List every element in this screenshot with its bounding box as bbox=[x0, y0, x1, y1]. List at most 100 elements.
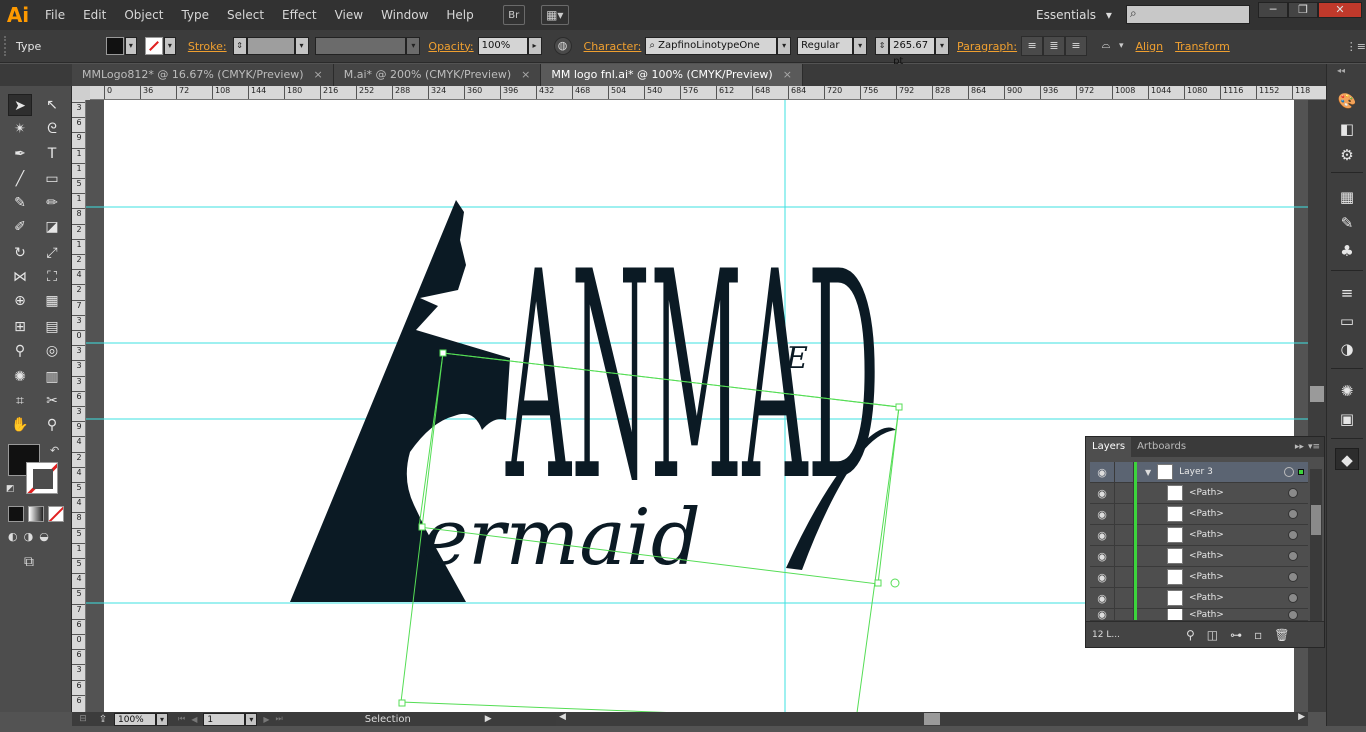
stroke-weight-stepper[interactable]: ⇕ bbox=[232, 37, 247, 55]
help-search-input[interactable]: ⌕ bbox=[1126, 5, 1250, 24]
document-status-icon[interactable]: ⊟ bbox=[72, 714, 94, 724]
stroke-label[interactable]: Stroke: bbox=[188, 40, 227, 53]
path-target-icon[interactable] bbox=[1288, 530, 1298, 540]
new-layer-icon[interactable]: ▫ bbox=[1254, 628, 1262, 642]
dock-collapse-icon[interactable]: ◂◂ bbox=[1337, 66, 1345, 75]
path-target-icon[interactable] bbox=[1288, 593, 1298, 603]
color-mode-icon[interactable] bbox=[8, 506, 24, 522]
font-family-field[interactable]: ⌕ ZapfinoLinotypeOne bbox=[645, 37, 778, 55]
scale-tool-icon[interactable]: ⤢ bbox=[40, 242, 64, 264]
list-item[interactable]: ◉ <Path> bbox=[1090, 587, 1308, 609]
menu-window[interactable]: Window bbox=[372, 0, 437, 30]
type-tool-icon[interactable]: T bbox=[40, 143, 64, 165]
lock-toggle[interactable] bbox=[1114, 503, 1134, 525]
tab-close-icon[interactable]: × bbox=[521, 68, 530, 81]
path-name[interactable]: <Path> bbox=[1189, 593, 1288, 603]
tab-close-icon[interactable]: × bbox=[783, 68, 792, 81]
horizontal-scroll-thumb[interactable] bbox=[924, 713, 940, 725]
list-item[interactable]: ◉ <Path> bbox=[1090, 503, 1308, 525]
rectangle-tool-icon[interactable]: ▭ bbox=[40, 168, 64, 190]
tab-mmlogo812[interactable]: MMLogo812* @ 16.67% (CMYK/Preview) × bbox=[72, 64, 334, 86]
font-size-stepper[interactable]: ⇕ bbox=[875, 37, 890, 55]
font-family-dropdown[interactable]: ▾ bbox=[777, 37, 792, 55]
gradient-panel-icon[interactable]: ▭ bbox=[1335, 310, 1359, 332]
kuler-icon[interactable]: ⚙ bbox=[1335, 144, 1359, 166]
stroke-dropdown[interactable]: ▾ bbox=[163, 37, 176, 55]
drawing-modes-icon[interactable]: ◐◑◒ bbox=[8, 530, 64, 546]
color-guide-icon[interactable]: ◧ bbox=[1335, 118, 1359, 140]
list-item[interactable]: ◉ <Path> bbox=[1090, 524, 1308, 546]
none-mode-icon[interactable] bbox=[48, 506, 64, 522]
layers-scroll-thumb[interactable] bbox=[1311, 505, 1321, 535]
mesh-tool-icon[interactable]: ⊞ bbox=[8, 316, 32, 338]
path-name[interactable]: <Path> bbox=[1189, 509, 1288, 519]
default-colors-icon[interactable]: ◩ bbox=[6, 484, 15, 494]
variable-width-dropdown[interactable]: ▾ bbox=[406, 37, 421, 55]
path-target-icon[interactable] bbox=[1288, 572, 1298, 582]
shape-builder-tool-icon[interactable]: ⊕ bbox=[8, 290, 32, 312]
list-item[interactable]: ◉ <Path> bbox=[1090, 482, 1308, 504]
bbox-handle[interactable] bbox=[439, 349, 447, 357]
align-link[interactable]: Align bbox=[1135, 40, 1163, 53]
bbox-handle[interactable] bbox=[398, 699, 406, 707]
menu-select[interactable]: Select bbox=[218, 0, 273, 30]
slice-tool-icon[interactable]: ✂ bbox=[40, 390, 64, 412]
list-item[interactable]: ◉ <Path> bbox=[1090, 609, 1308, 621]
blend-tool-icon[interactable]: ◎ bbox=[40, 340, 64, 362]
paragraph-label[interactable]: Paragraph: bbox=[957, 40, 1017, 53]
font-size-field[interactable]: 265.67 pt bbox=[889, 37, 936, 67]
tab-artboards[interactable]: Artboards bbox=[1131, 437, 1192, 457]
free-transform-tool-icon[interactable]: ⛶ bbox=[40, 266, 64, 288]
opacity-dropdown[interactable]: ▸ bbox=[527, 37, 542, 55]
clipping-mask-icon[interactable]: ◫ bbox=[1207, 628, 1218, 642]
font-size-dropdown[interactable]: ▾ bbox=[935, 37, 950, 55]
letter-e-text[interactable]: E bbox=[785, 341, 808, 376]
path-target-icon[interactable] bbox=[1288, 509, 1298, 519]
menu-help[interactable]: Help bbox=[437, 0, 482, 30]
lasso-tool-icon[interactable]: ᘓ bbox=[40, 118, 64, 140]
close-button[interactable]: ✕ bbox=[1318, 2, 1362, 18]
stroke-weight-field[interactable] bbox=[246, 37, 295, 55]
zoom-field[interactable]: 100% bbox=[114, 712, 156, 726]
stroke-panel-icon[interactable]: ≡ bbox=[1335, 282, 1359, 304]
bbox-handle[interactable] bbox=[418, 523, 426, 531]
layer-row[interactable]: ◉ ▼ Layer 3 bbox=[1090, 461, 1308, 483]
magic-wand-tool-icon[interactable]: ✴ bbox=[8, 118, 32, 140]
restore-button[interactable]: ❐ bbox=[1288, 2, 1318, 18]
control-menu-icon[interactable]: ⋮≡ bbox=[1346, 40, 1366, 53]
list-item[interactable]: ◉ <Path> bbox=[1090, 566, 1308, 588]
path-name[interactable]: <Path> bbox=[1189, 530, 1288, 540]
layers-scrollbar[interactable] bbox=[1310, 469, 1322, 621]
visibility-eye-icon[interactable]: ◉ bbox=[1090, 529, 1114, 542]
panel-menu-icon[interactable]: ▾≡ bbox=[1308, 437, 1324, 457]
align-right-icon[interactable]: ≡ bbox=[1065, 36, 1087, 56]
tab-m-ai[interactable]: M.ai* @ 200% (CMYK/Preview) × bbox=[333, 64, 542, 86]
line-tool-icon[interactable]: ╱ bbox=[8, 168, 32, 190]
pen-tool-icon[interactable]: ✒ bbox=[8, 143, 32, 165]
vertical-scroll-thumb[interactable] bbox=[1310, 386, 1324, 402]
bbox-handle[interactable] bbox=[874, 579, 882, 587]
color-panel-icon[interactable]: 🎨 bbox=[1335, 90, 1359, 112]
path-name[interactable]: <Path> bbox=[1189, 610, 1288, 620]
visibility-eye-icon[interactable]: ◉ bbox=[1090, 592, 1114, 605]
stroke-swatch[interactable] bbox=[144, 37, 163, 55]
tab-layers[interactable]: Layers bbox=[1086, 437, 1132, 457]
fill-swatch[interactable] bbox=[105, 37, 124, 55]
eyedropper-tool-icon[interactable]: ⚲ bbox=[8, 340, 32, 362]
symbol-sprayer-tool-icon[interactable]: ✺ bbox=[8, 366, 32, 388]
visibility-eye-icon[interactable]: ◉ bbox=[1090, 609, 1114, 620]
paintbrush-tool-icon[interactable]: ✎ bbox=[8, 192, 32, 214]
last-artboard-icon[interactable]: ⏭ bbox=[276, 714, 283, 724]
list-item[interactable]: ◉ <Path> bbox=[1090, 545, 1308, 567]
visibility-eye-icon[interactable]: ◉ bbox=[1090, 571, 1114, 584]
appearance-icon[interactable]: ✺ bbox=[1335, 380, 1359, 402]
path-name[interactable]: <Path> bbox=[1189, 488, 1288, 498]
vertical-ruler[interactable]: 3 6 9 1 1 5 1 8 2 1 2 4 2 7 3 0 3 3 3 6 3 9 4 2 4 5 4 8 5 1 5 4 5 7 6 0 6 3 6 6 bbox=[72, 100, 86, 712]
panel-collapse-icon[interactable]: ▸▸ bbox=[1295, 437, 1308, 457]
minimize-button[interactable]: ─ bbox=[1258, 2, 1288, 18]
previous-artboard-icon[interactable]: ◀ bbox=[191, 715, 197, 724]
visibility-eye-icon[interactable]: ◉ bbox=[1090, 466, 1114, 479]
horizontal-ruler[interactable]: 0 36 72 108 144 180 216 252 288 324 360 396 432 468 50… bbox=[90, 86, 1326, 100]
swap-colors-icon[interactable]: ↶ bbox=[50, 444, 59, 457]
fill-dropdown[interactable]: ▾ bbox=[124, 37, 137, 55]
